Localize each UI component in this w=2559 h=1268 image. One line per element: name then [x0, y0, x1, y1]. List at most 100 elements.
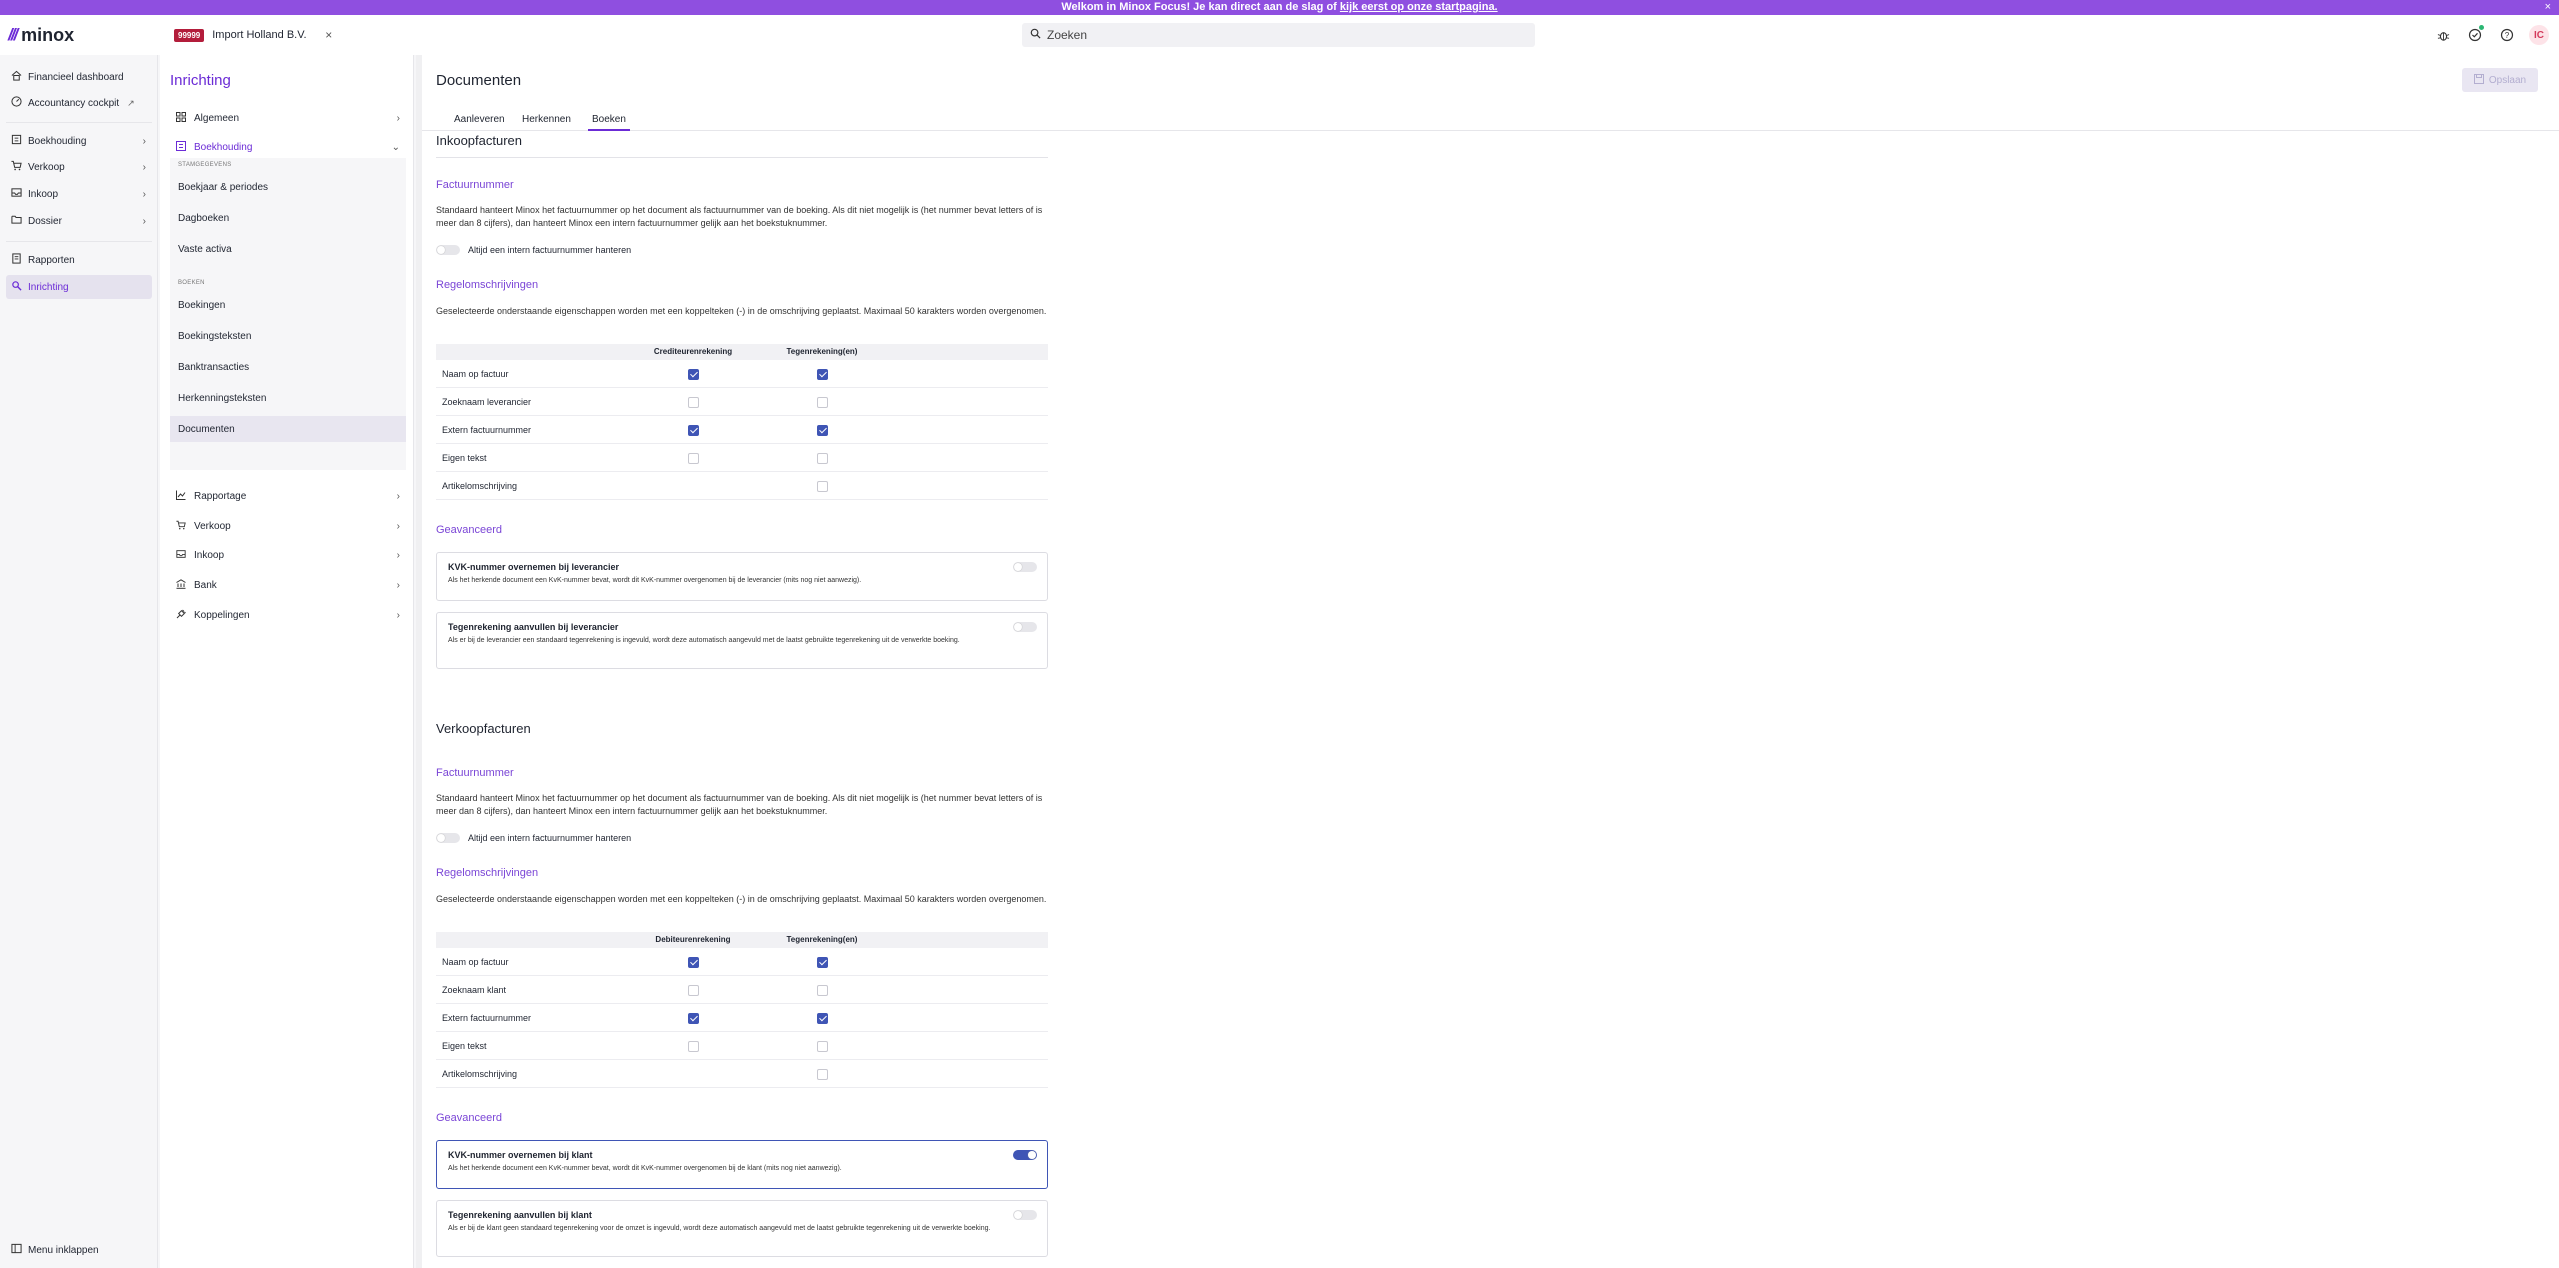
- checkbox[interactable]: [817, 453, 828, 464]
- kvk-leverancier-toggle[interactable]: [1013, 562, 1037, 572]
- bug-icon[interactable]: [2433, 25, 2453, 45]
- subnav-item-verkoop[interactable]: Verkoop ›: [170, 514, 406, 538]
- checkbox[interactable]: [688, 1013, 699, 1024]
- checkbox[interactable]: [817, 985, 828, 996]
- sales-internal-number-toggle[interactable]: [436, 833, 460, 843]
- divider: [6, 241, 152, 242]
- table-row: Zoeknaam leverancier: [436, 388, 1048, 416]
- tegenrekening-klant-toggle[interactable]: [1013, 1210, 1037, 1220]
- subnav-link-boekingen[interactable]: Boekingen: [170, 292, 406, 318]
- table-row: Eigen tekst: [436, 444, 1048, 472]
- subnav-link-boekjaar[interactable]: Boekjaar & periodes: [170, 174, 406, 200]
- group-label-boeken: BOEKEN: [178, 280, 205, 286]
- checkbox[interactable]: [817, 481, 828, 492]
- chart-icon: [176, 490, 186, 503]
- subnav-link-boekingsteksten[interactable]: Boekingsteksten: [170, 323, 406, 349]
- sidebar-item-rapporten[interactable]: Rapporten: [6, 248, 152, 272]
- banner-link[interactable]: kijk eerst op onze startpagina.: [1340, 1, 1498, 13]
- checkbox[interactable]: [817, 1041, 828, 1052]
- tasks-icon[interactable]: [2465, 25, 2485, 45]
- subnav-link-banktransacties[interactable]: Banktransacties: [170, 354, 406, 380]
- subnav-item-inkoop[interactable]: Inkoop ›: [170, 543, 406, 567]
- checkbox[interactable]: [817, 1013, 828, 1024]
- kvk-klant-toggle[interactable]: [1013, 1150, 1037, 1160]
- checkbox[interactable]: [817, 425, 828, 436]
- minox-logo[interactable]: /// minox: [8, 23, 74, 47]
- subnav-item-algemeen[interactable]: Algemeen ›: [170, 106, 406, 130]
- purchase-description-table: Crediteurenrekening Tegenrekening(en) Na…: [436, 344, 1048, 500]
- company-selector[interactable]: 99999 Import Holland B.V. ×: [174, 27, 332, 43]
- checkbox[interactable]: [688, 985, 699, 996]
- home-icon: [11, 70, 22, 84]
- banner-close-icon[interactable]: ×: [2545, 0, 2551, 15]
- tegenrekening-leverancier-toggle[interactable]: [1013, 622, 1037, 632]
- search-input[interactable]: [1047, 28, 1487, 42]
- sales-internal-number-setting: Altijd een intern factuurnummer hanteren: [436, 833, 631, 843]
- tab-aanleveren[interactable]: Aanleveren: [454, 114, 505, 131]
- search-bar[interactable]: [1022, 23, 1535, 47]
- subnav-item-bank[interactable]: Bank ›: [170, 573, 406, 597]
- checkbox[interactable]: [688, 397, 699, 408]
- subnav-link-vaste-activa[interactable]: Vaste activa: [170, 236, 406, 262]
- sidebar-item-verkoop[interactable]: Verkoop ›: [6, 155, 152, 179]
- help-icon[interactable]: ?: [2497, 25, 2517, 45]
- sidebar-item-accountancy-cockpit[interactable]: Accountancy cockpit ↗: [6, 91, 152, 115]
- avatar[interactable]: IC: [2529, 25, 2549, 45]
- checkbox[interactable]: [817, 397, 828, 408]
- setting-card-kvk-klant: KVK-nummer overnemen bij klant Als het h…: [436, 1140, 1048, 1189]
- subnav-item-boekhouding[interactable]: Boekhouding ⌄: [170, 135, 406, 159]
- inbox-icon: [11, 187, 22, 201]
- tab-herkennen[interactable]: Herkennen: [522, 114, 571, 131]
- card-description: Als er bij de klant geen standaard tegen…: [448, 1225, 991, 1232]
- menu-collapse-label: Menu inklappen: [28, 1244, 99, 1256]
- tab-boeken[interactable]: Boeken: [588, 114, 630, 131]
- subnav-item-label: Boekhouding: [194, 141, 253, 153]
- row-label: Eigen tekst: [442, 1041, 487, 1051]
- checkbox[interactable]: [688, 1041, 699, 1052]
- sidebar-item-financieel-dashboard[interactable]: Financieel dashboard: [6, 65, 152, 89]
- chevron-right-icon: ›: [142, 188, 146, 200]
- company-name[interactable]: Import Holland B.V.: [212, 29, 317, 41]
- sidebar-item-dossier[interactable]: Dossier ›: [6, 209, 152, 233]
- checkbox[interactable]: [688, 957, 699, 968]
- group-label-stamgegevens: STAMGEGEVENS: [178, 162, 232, 168]
- row-label: Zoeknaam klant: [442, 985, 507, 995]
- row-label: Naam op factuur: [442, 957, 509, 967]
- divider: [6, 122, 152, 123]
- checkbox[interactable]: [817, 957, 828, 968]
- checkbox[interactable]: [688, 369, 699, 380]
- subnav-link-documenten[interactable]: Documenten: [170, 416, 406, 442]
- column-header: Tegenrekening(en): [786, 935, 858, 944]
- external-link-icon: ↗: [127, 97, 135, 108]
- menu-collapse-button[interactable]: Menu inklappen: [6, 1238, 152, 1262]
- checkbox[interactable]: [688, 425, 699, 436]
- subnav-item-label: Inkoop: [194, 549, 225, 561]
- subnav-item-koppelingen[interactable]: Koppelingen ›: [170, 603, 406, 627]
- checkbox[interactable]: [817, 1069, 828, 1080]
- company-close-icon[interactable]: ×: [325, 28, 332, 42]
- table-row: Eigen tekst: [436, 1032, 1048, 1060]
- chevron-right-icon: ›: [396, 490, 400, 502]
- checkbox[interactable]: [688, 453, 699, 464]
- save-button[interactable]: Opslaan: [2462, 68, 2538, 92]
- subnav-link-herkenningsteksten[interactable]: Herkenningsteksten: [170, 385, 406, 411]
- chevron-right-icon: ›: [142, 215, 146, 227]
- cart-icon: [11, 160, 22, 174]
- tab-bar: Aanleveren Herkennen Boeken: [422, 111, 2559, 131]
- subnav-item-label: Rapportage: [194, 490, 247, 502]
- purchase-internal-number-toggle[interactable]: [436, 245, 460, 255]
- subnav-link-dagboeken[interactable]: Dagboeken: [170, 205, 406, 231]
- heading-factuurnummer: Factuurnummer: [436, 767, 514, 779]
- heading-regelomschrijvingen: Regelomschrijvingen: [436, 279, 539, 291]
- row-label: Artikelomschrijving: [442, 481, 518, 491]
- sidebar-item-boekhouding[interactable]: Boekhouding ›: [6, 129, 152, 153]
- report-icon: [11, 253, 22, 267]
- sidebar-item-inrichting[interactable]: Inrichting: [6, 275, 152, 299]
- table-row: Naam op factuur: [436, 948, 1048, 976]
- save-icon: [2473, 73, 2484, 87]
- checkbox[interactable]: [817, 369, 828, 380]
- sidebar-item-inkoop[interactable]: Inkoop ›: [6, 182, 152, 206]
- subnav-item-rapportage[interactable]: Rapportage ›: [170, 484, 406, 508]
- notification-dot: [2479, 25, 2484, 30]
- section-heading-verkoopfacturen: Verkoopfacturen: [436, 721, 531, 736]
